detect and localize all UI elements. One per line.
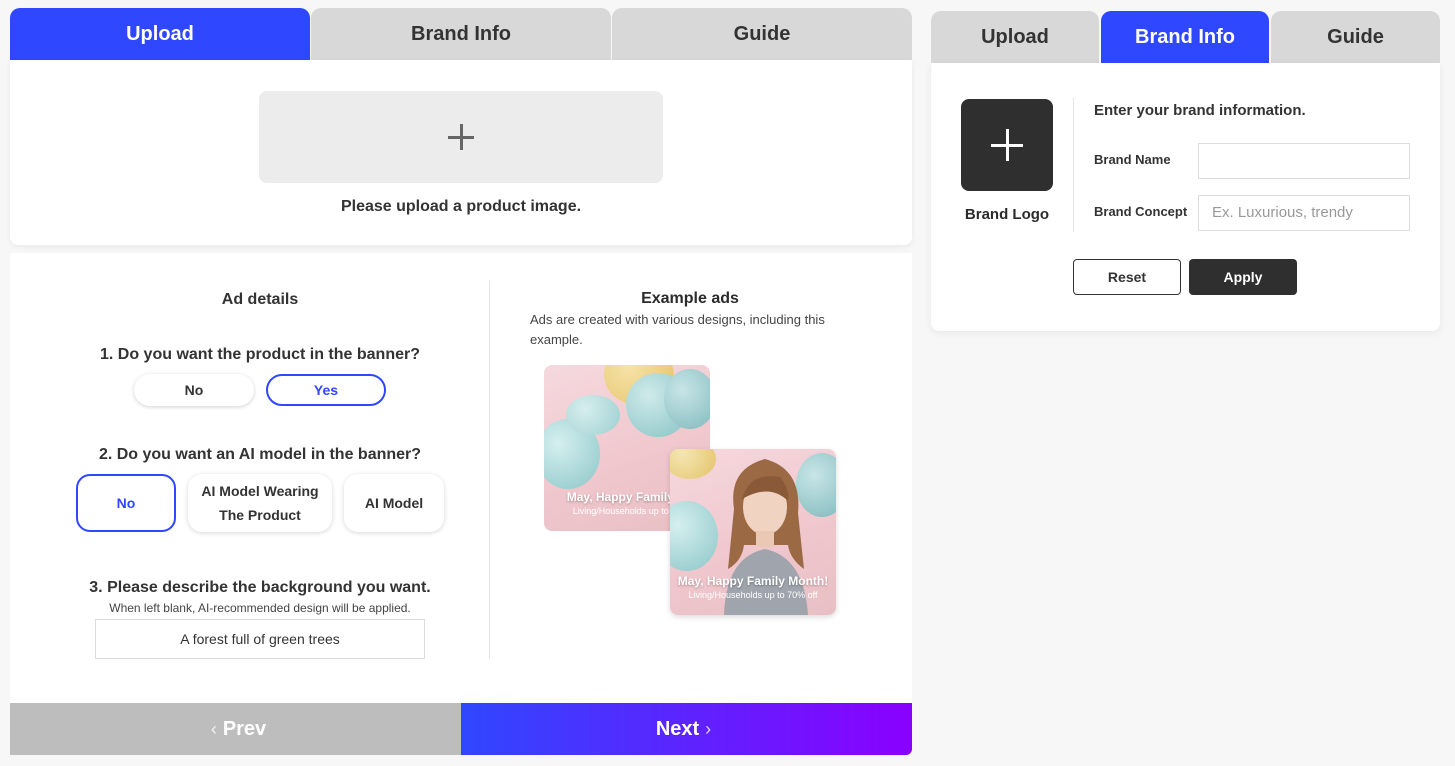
ai-model-button[interactable]: AI Model [344, 474, 444, 532]
ai-model-wearing-line1: AI Model Wearing [201, 483, 319, 499]
brand-divider [1073, 98, 1074, 232]
example-ads-description: Ads are created with various designs, in… [530, 312, 825, 347]
plus-icon [991, 129, 1023, 161]
brand-info-heading: Enter your brand information. [1094, 102, 1306, 119]
upload-caption: Please upload a product image. [340, 198, 582, 215]
ad-details-title: Ad details [221, 291, 299, 308]
tab-upload[interactable]: Upload [931, 11, 1099, 63]
example-ads-title: Example ads [641, 290, 739, 307]
question-ai-model: 2. Do you want an AI model in the banner… [98, 446, 422, 463]
wizard-nav: ‹ Prev Next › [10, 703, 912, 755]
product-image-dropzone[interactable] [259, 91, 663, 183]
prev-button[interactable]: ‹ Prev [10, 703, 461, 755]
brand-name-label: Brand Name [1094, 152, 1171, 167]
brand-info-card: Brand Logo Enter your brand information.… [931, 63, 1440, 331]
brand-name-input[interactable] [1198, 143, 1410, 179]
chevron-right-icon: › [705, 718, 712, 739]
brand-info-panel: Upload Brand Info Guide Brand Logo Enter… [931, 11, 1440, 331]
chevron-left-icon: ‹ [210, 718, 217, 739]
next-button[interactable]: Next › [461, 703, 912, 755]
tab-upload[interactable]: Upload [10, 8, 310, 60]
prev-label: Prev [222, 717, 267, 740]
product-no-button[interactable]: No [134, 374, 254, 406]
apply-button[interactable]: Apply [1189, 259, 1297, 295]
brand-concept-label: Brand Concept [1094, 204, 1188, 219]
question-product: 1. Do you want the product in the banner… [99, 346, 420, 363]
brand-tabs: Upload Brand Info Guide [931, 11, 1440, 63]
next-label: Next [655, 717, 700, 740]
ad-details-section: Ad details 1. Do you want the product in… [10, 253, 489, 703]
reset-button[interactable]: Reset [1073, 259, 1181, 295]
ai-model-wearing-product-button[interactable]: AI Model Wearing The Product [188, 474, 332, 532]
brand-logo-upload[interactable] [961, 99, 1053, 191]
tab-brand-info[interactable]: Brand Info [311, 8, 611, 60]
background-description-input[interactable]: A forest full of green trees [95, 619, 425, 659]
details-card: Ad details 1. Do you want the product in… [10, 253, 912, 703]
example-ad-2: May, Happy Family Month! Living/Househol… [670, 449, 836, 615]
example-ad-2-title: May, Happy Family Month! [677, 574, 829, 588]
product-yes-button[interactable]: Yes [266, 374, 386, 406]
brand-concept-input[interactable]: Ex. Luxurious, trendy [1198, 195, 1410, 231]
tab-guide[interactable]: Guide [1271, 11, 1440, 63]
upload-card: Please upload a product image. [10, 60, 912, 245]
plus-icon [448, 124, 474, 150]
tab-brand-info[interactable]: Brand Info [1101, 11, 1269, 63]
tab-guide[interactable]: Guide [612, 8, 912, 60]
example-ad-2-subtitle: Living/Households up to 70% off [688, 590, 818, 600]
background-hint: When left blank, AI-recommended design w… [109, 601, 411, 615]
brand-logo-label: Brand Logo [964, 206, 1050, 223]
example-ads-section: Example ads Ads are created with various… [490, 253, 912, 703]
ai-model-wearing-line2: The Product [219, 507, 301, 523]
question-background: 3. Please describe the background you wa… [89, 579, 431, 596]
wizard-tabs: Upload Brand Info Guide [10, 8, 912, 60]
ad-wizard-panel: Upload Brand Info Guide Please upload a … [10, 8, 912, 755]
ai-model-no-button[interactable]: No [76, 474, 176, 532]
